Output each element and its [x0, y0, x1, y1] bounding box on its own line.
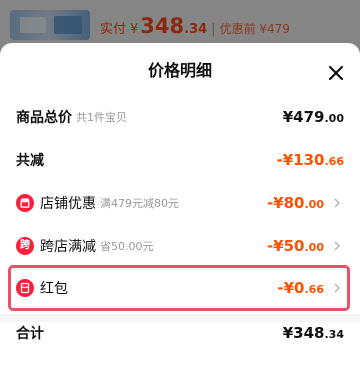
grand-total-decimal: .34	[324, 328, 345, 341]
cross-store-icon-text: 跨	[20, 240, 30, 251]
chevron-right-icon	[334, 198, 340, 208]
grand-total-amount: ¥348	[282, 324, 325, 342]
row-grand-total: 合计 ¥348 .34	[16, 321, 344, 345]
store-coupon-amount: -¥80	[266, 194, 305, 212]
chevron-right-icon	[334, 241, 340, 251]
goods-total-label: 商品总价	[16, 110, 72, 126]
cross-store-icon: 跨	[16, 237, 34, 255]
close-button[interactable]	[326, 63, 346, 83]
sheet-title: 价格明细	[147, 61, 212, 80]
chevron-right-icon	[334, 283, 340, 293]
grand-total-label: 合计	[16, 326, 44, 342]
store-coupon-label: 店铺优惠	[40, 196, 96, 212]
store-coupon-decimal: .00	[304, 198, 325, 211]
cross-store-label: 跨店满减	[40, 239, 96, 255]
total-discount-decimal: .66	[324, 155, 345, 168]
row-total-discount: 共减 -¥130 .66	[16, 148, 344, 172]
store-glyph	[20, 198, 30, 208]
store-coupon-note: 满479元减80元	[100, 197, 179, 210]
price-detail-sheet: 价格明细 商品总价 共1件宝贝 ¥479 .00 共减 -¥130 .66 店铺…	[0, 43, 360, 378]
cross-store-decimal: .00	[304, 241, 325, 254]
row-store-coupon[interactable]: 店铺优惠 满479元减80元 -¥80 .00	[16, 191, 344, 215]
row-red-packet[interactable]: 红包 -¥0 .66	[16, 276, 344, 300]
row-cross-store[interactable]: 跨 跨店满减 省50.00元 -¥50 .00	[16, 234, 344, 258]
red-packet-label: 红包	[40, 281, 68, 297]
store-coupon-icon	[16, 194, 34, 212]
goods-count-note: 共1件宝贝	[76, 111, 127, 124]
total-discount-amount: -¥130	[276, 151, 325, 169]
goods-total-decimal: .00	[324, 112, 345, 125]
row-goods-total: 商品总价 共1件宝贝 ¥479 .00	[16, 105, 344, 129]
red-packet-icon	[16, 279, 34, 297]
red-packet-glyph	[20, 282, 30, 294]
red-packet-decimal: .66	[304, 283, 325, 296]
goods-total-amount: ¥479	[282, 108, 325, 126]
red-packet-amount: -¥0	[277, 279, 305, 297]
cross-store-amount: -¥50	[266, 237, 305, 255]
total-discount-label: 共减	[16, 153, 44, 169]
close-icon	[328, 65, 344, 81]
cross-store-note: 省50.00元	[100, 240, 154, 253]
